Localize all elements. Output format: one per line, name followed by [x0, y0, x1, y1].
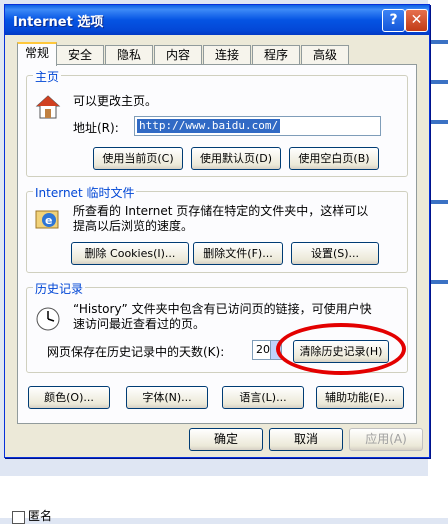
temp-files-icon: e: [35, 210, 59, 229]
delete-cookies-button[interactable]: 删除 Cookies(I)...: [71, 242, 189, 265]
colors-button[interactable]: 颜色(O)...: [28, 386, 110, 409]
apply-button[interactable]: 应用(A): [349, 428, 423, 451]
highlight-oval: [276, 323, 406, 375]
home-description: 可以更改主页。: [73, 94, 158, 108]
languages-button[interactable]: 语言(L)...: [222, 386, 304, 409]
tab-content[interactable]: 内容: [154, 45, 202, 64]
use-current-button[interactable]: 使用当前页(C): [93, 147, 183, 170]
tab-advanced[interactable]: 高级: [301, 45, 349, 64]
history-days-label: 网页保存在历史记录中的天数(K):: [47, 345, 225, 359]
home-page-group: 主页 可以更改主页。 地址(R): http://www.baidu.com/ …: [26, 68, 408, 177]
close-icon: ✕: [410, 12, 423, 28]
cancel-button[interactable]: 取消: [269, 428, 343, 451]
delete-files-button[interactable]: 删除文件(F)...: [193, 242, 283, 265]
temp-files-group: Internet 临时文件 e 所查看的 Internet 页存储在特定的文件夹…: [26, 184, 408, 273]
tab-general[interactable]: 常规: [17, 42, 57, 66]
fonts-button[interactable]: 字体(N)...: [126, 386, 208, 409]
internet-options-dialog: Internet 选项 ? ✕ 常规 安全 隐私 内容 连接 程序 高级 主页 …: [4, 4, 430, 458]
temp-files-description-2: 提高以后浏览的速度。: [73, 219, 194, 233]
address-input[interactable]: http://www.baidu.com/: [134, 116, 381, 136]
history-description-2: 速访问最近查看过的页。: [73, 317, 206, 331]
history-days-value: 20: [256, 343, 270, 356]
home-icon: [35, 95, 61, 119]
use-default-button[interactable]: 使用默认页(D): [191, 147, 281, 170]
window-title: Internet 选项: [13, 15, 104, 30]
ok-button[interactable]: 确定: [189, 428, 263, 451]
accessibility-button[interactable]: 辅助功能(E)...: [316, 386, 404, 409]
background-page: [0, 476, 448, 518]
tab-privacy[interactable]: 隐私: [105, 45, 153, 64]
history-group-title: 历史记录: [33, 280, 86, 297]
address-value: http://www.baidu.com/: [137, 119, 281, 133]
tab-programs[interactable]: 程序: [252, 45, 300, 64]
address-label: 地址(R):: [73, 121, 119, 135]
background-browser-edge: [428, 0, 448, 518]
svg-text:e: e: [45, 214, 52, 227]
temp-files-group-title: Internet 临时文件: [33, 184, 137, 201]
settings-button[interactable]: 设置(S)...: [291, 242, 379, 265]
tab-connections[interactable]: 连接: [203, 45, 251, 64]
tab-security[interactable]: 安全: [56, 45, 104, 64]
history-clock-icon: [36, 307, 60, 331]
background-checkbox-label: 匿名: [28, 509, 53, 523]
home-page-group-title: 主页: [33, 68, 62, 85]
close-button[interactable]: ✕: [405, 9, 428, 32]
question-icon: ?: [389, 12, 398, 28]
use-blank-button[interactable]: 使用空白页(B): [289, 147, 379, 170]
help-button[interactable]: ?: [382, 9, 405, 32]
title-bar[interactable]: Internet 选项 ? ✕: [5, 5, 429, 35]
